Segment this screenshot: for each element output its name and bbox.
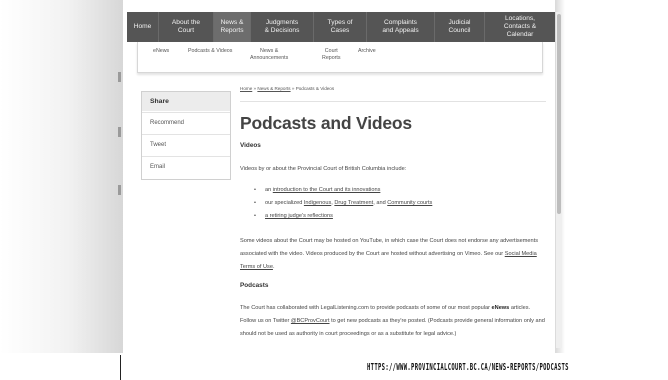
drug-treatment-court-link[interactable]: Drug Treatment [334,200,373,206]
share-title: Share [142,92,230,111]
list-item: • our specialized Indigenous, Drug Treatm… [254,200,432,206]
intro-court-link[interactable]: introduction to the Court and its innova… [273,187,381,193]
nav-news-reports[interactable]: News & Reports [214,12,251,42]
nav-complaints-appeals[interactable]: Complaints and Appeals [367,12,435,42]
bullet-text: an [265,187,273,193]
sub-navigation: eNews Podcasts & Videos News & Announcem… [137,42,543,73]
share-tweet-button[interactable]: Tweet [142,134,230,156]
podcasts-paragraph: The Court has collaborated with LegalLis… [240,302,546,341]
videos-heading: Videos [240,142,261,149]
paragraph-text: The Court has collaborated with LegalLis… [240,305,492,311]
share-recommend-button[interactable]: Recommend [142,112,230,134]
subnav-news-announcements[interactable]: News & Announcements [250,48,288,62]
subnav-podcasts-videos[interactable]: Podcasts & Videos [188,48,232,55]
edge-mark [118,127,121,137]
paragraph-text: Some videos about the Court may be hoste… [240,238,538,257]
source-url-caption: HTTPS://WWW.PROVINCIALCOURT.BC.CA/NEWS-R… [367,362,569,373]
nav-judgments-decisions[interactable]: Judgments & Decisions [251,12,314,42]
podcasts-heading: Podcasts [240,282,269,289]
breadcrumb-home-link[interactable]: Home [240,86,252,91]
bullet-dot: • [254,187,256,193]
share-email-button[interactable]: Email [142,156,230,178]
list-item: • an introduction to the Court and its in… [254,187,380,193]
breadcrumb-current: Podcasts & Videos [295,86,335,91]
bullet-dot: • [254,213,256,219]
caption-divider [120,355,121,380]
page-title: Podcasts and Videos [240,113,412,133]
twitter-handle-link[interactable]: @BCProvCourt [291,318,330,324]
website: Home About the Court News & Reports Judg… [123,0,555,380]
breadcrumb: Home » News & Reports » Podcasts & Video… [240,86,334,91]
retiring-judge-link[interactable]: a retiring judge's reflections [265,213,333,219]
subnav-court-reports[interactable]: Court Reports [322,48,341,62]
paragraph-text: . [272,264,275,270]
left-page-edge [0,0,123,380]
breadcrumb-divider [240,101,546,102]
nav-home[interactable]: Home [127,12,159,42]
bullet-text: our specialized [265,200,304,206]
main-navigation: Home About the Court News & Reports Judg… [127,12,555,42]
nav-judicial-council[interactable]: Judicial Council [435,12,485,42]
nav-about-court[interactable]: About the Court [159,12,214,42]
bullet-dot: • [254,200,256,206]
list-item: • a retiring judge's reflections [254,213,333,219]
nav-types-of-cases[interactable]: Types of Cases [314,12,367,42]
indigenous-court-link[interactable]: Indigenous [304,200,331,206]
edge-mark [118,72,121,82]
share-panel: Share Recommend Tweet Email [141,91,231,180]
nav-locations-contacts-calendar[interactable]: Locations, Contacts & Calendar [485,12,555,42]
enews-bold-text: eNews [491,305,510,311]
breadcrumb-news-link[interactable]: News & Reports [257,86,290,91]
community-courts-link[interactable]: Community courts [387,200,432,206]
subnav-archive[interactable]: Archive [358,48,376,55]
bullet-text: , and [373,200,388,206]
edge-mark [118,185,121,195]
scrollbar-thumb[interactable] [557,14,561,214]
videos-intro: Videos by or about the Provincial Court … [240,166,407,172]
youtube-paragraph: Some videos about the Court may be hoste… [240,235,546,274]
subnav-enews[interactable]: eNews [153,48,169,55]
